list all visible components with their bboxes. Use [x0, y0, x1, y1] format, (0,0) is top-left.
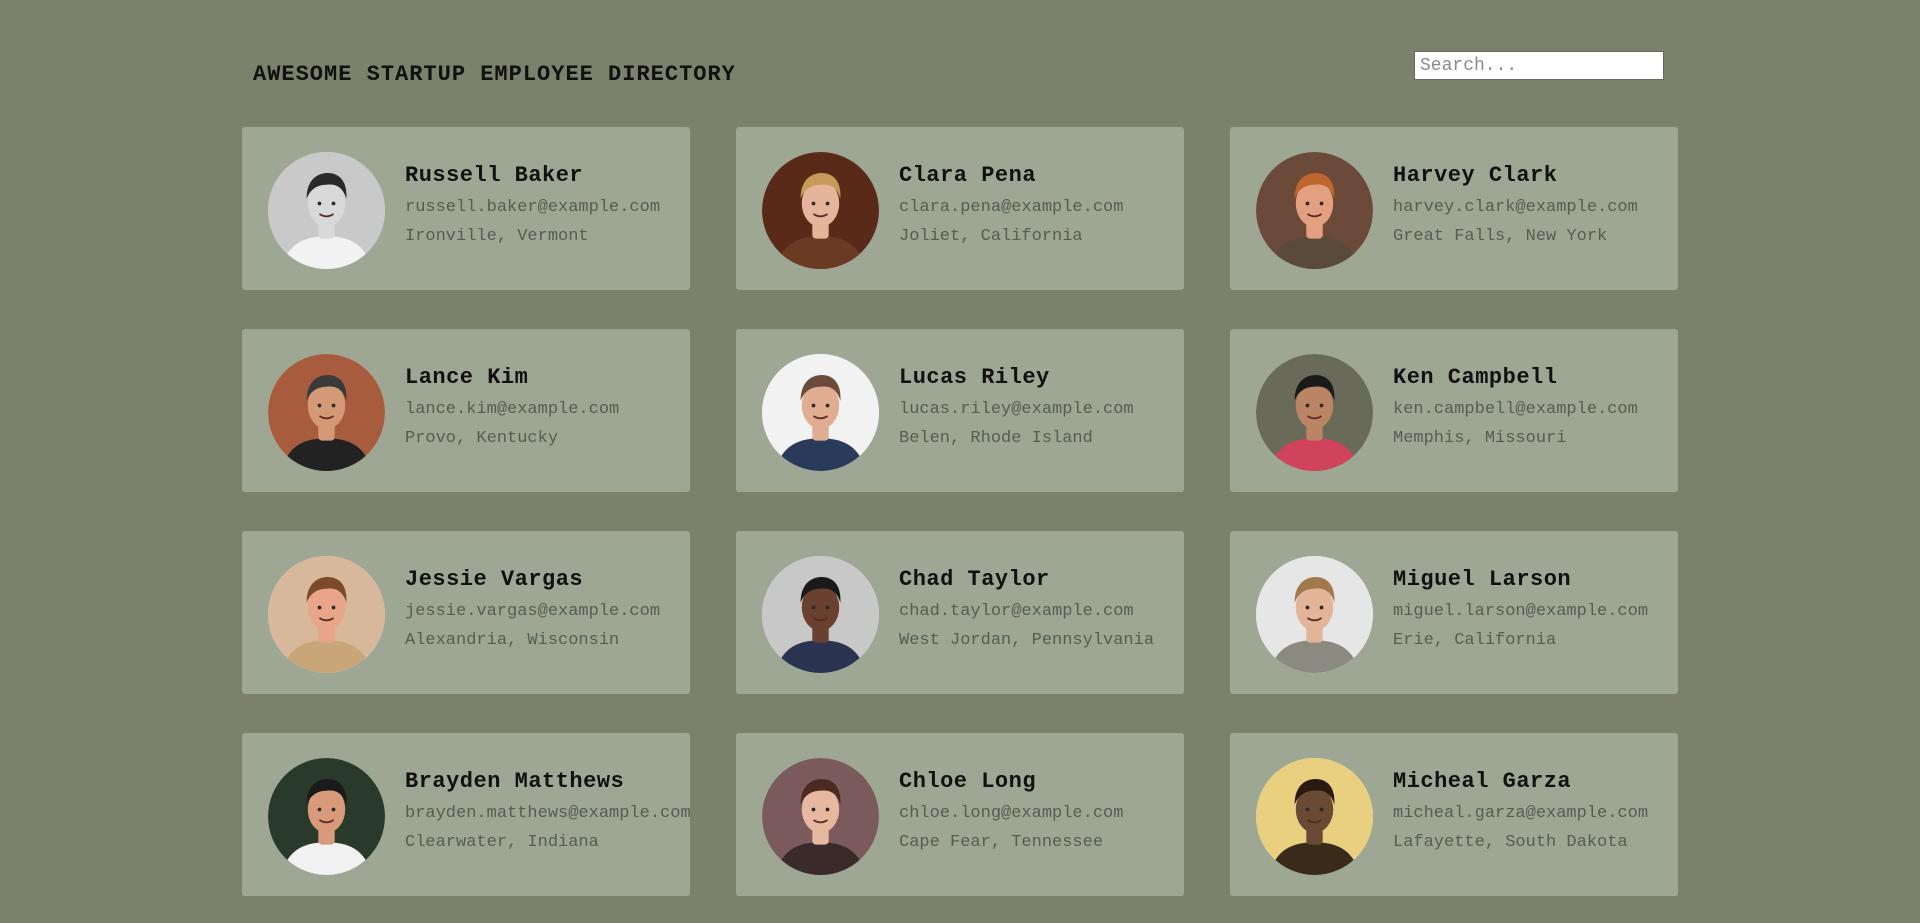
employee-card[interactable]: Jessie Vargas jessie.vargas@example.com …	[242, 531, 690, 694]
employee-info: Clara Pena clara.pena@example.com Joliet…	[899, 161, 1123, 251]
employee-card[interactable]: Clara Pena clara.pena@example.com Joliet…	[736, 127, 1184, 290]
avatar	[762, 152, 879, 269]
person-photo-icon	[268, 556, 385, 673]
employee-email: lance.kim@example.com	[405, 400, 620, 419]
employee-info: Brayden Matthews brayden.matthews@exampl…	[405, 767, 690, 857]
employee-card[interactable]: Chad Taylor chad.taylor@example.com West…	[736, 531, 1184, 694]
person-photo-icon	[1256, 152, 1373, 269]
avatar	[268, 152, 385, 269]
employee-location: Alexandria, Wisconsin	[405, 631, 620, 650]
employee-info: Chloe Long chloe.long@example.com Cape F…	[899, 767, 1123, 857]
avatar	[1256, 556, 1373, 673]
employee-grid: Russell Baker russell.baker@example.com …	[242, 127, 1678, 896]
employee-email: jessie.vargas@example.com	[405, 602, 661, 621]
avatar	[762, 758, 879, 875]
employee-location: Great Falls, New York	[1393, 227, 1608, 246]
employee-location: West Jordan, Pennsylvania	[899, 631, 1155, 650]
employee-email: chad.taylor@example.com	[899, 602, 1134, 621]
employee-card[interactable]: Lucas Riley lucas.riley@example.com Bele…	[736, 329, 1184, 492]
employee-info: Miguel Larson miguel.larson@example.com …	[1393, 565, 1648, 655]
avatar	[268, 758, 385, 875]
avatar	[1256, 354, 1373, 471]
avatar	[268, 354, 385, 471]
person-photo-icon	[268, 152, 385, 269]
employee-email: clara.pena@example.com	[899, 198, 1124, 217]
employee-location: Cape Fear, Tennessee	[899, 833, 1104, 852]
employee-info: Harvey Clark harvey.clark@example.com Gr…	[1393, 161, 1638, 251]
employee-card[interactable]: Harvey Clark harvey.clark@example.com Gr…	[1230, 127, 1678, 290]
employee-name: Brayden Matthews	[405, 769, 625, 794]
employee-name: Chad Taylor	[899, 567, 1050, 592]
person-photo-icon	[1256, 758, 1373, 875]
avatar	[762, 556, 879, 673]
employee-location: Provo, Kentucky	[405, 429, 559, 448]
person-photo-icon	[268, 354, 385, 471]
person-photo-icon	[268, 758, 385, 875]
employee-card[interactable]: Chloe Long chloe.long@example.com Cape F…	[736, 733, 1184, 896]
employee-location: Erie, California	[1393, 631, 1557, 650]
employee-location: Joliet, California	[899, 227, 1083, 246]
employee-info: Jessie Vargas jessie.vargas@example.com …	[405, 565, 660, 655]
employee-card[interactable]: Ken Campbell ken.campbell@example.com Me…	[1230, 329, 1678, 492]
avatar	[762, 354, 879, 471]
page-title: AWESOME STARTUP EMPLOYEE DIRECTORY	[253, 62, 736, 87]
avatar	[268, 556, 385, 673]
employee-name: Lance Kim	[405, 365, 529, 390]
employee-email: russell.baker@example.com	[405, 198, 661, 217]
person-photo-icon	[1256, 556, 1373, 673]
employee-info: Russell Baker russell.baker@example.com …	[405, 161, 660, 251]
employee-email: brayden.matthews@example.com	[405, 804, 690, 823]
employee-name: Ken Campbell	[1393, 365, 1558, 390]
employee-email: micheal.garza@example.com	[1393, 804, 1649, 823]
search-input[interactable]	[1414, 51, 1664, 80]
employee-info: Micheal Garza micheal.garza@example.com …	[1393, 767, 1648, 857]
person-photo-icon	[762, 758, 879, 875]
employee-info: Chad Taylor chad.taylor@example.com West…	[899, 565, 1154, 655]
employee-location: Memphis, Missouri	[1393, 429, 1567, 448]
employee-name: Miguel Larson	[1393, 567, 1572, 592]
employee-name: Jessie Vargas	[405, 567, 584, 592]
person-photo-icon	[762, 354, 879, 471]
employee-card[interactable]: Brayden Matthews brayden.matthews@exampl…	[242, 733, 690, 896]
employee-card[interactable]: Russell Baker russell.baker@example.com …	[242, 127, 690, 290]
person-photo-icon	[1256, 354, 1373, 471]
employee-name: Russell Baker	[405, 163, 584, 188]
avatar	[1256, 152, 1373, 269]
employee-location: Belen, Rhode Island	[899, 429, 1093, 448]
employee-email: ken.campbell@example.com	[1393, 400, 1638, 419]
employee-email: harvey.clark@example.com	[1393, 198, 1638, 217]
employee-info: Ken Campbell ken.campbell@example.com Me…	[1393, 363, 1638, 453]
employee-email: lucas.riley@example.com	[899, 400, 1134, 419]
employee-email: miguel.larson@example.com	[1393, 602, 1649, 621]
employee-name: Chloe Long	[899, 769, 1037, 794]
person-photo-icon	[762, 556, 879, 673]
employee-card[interactable]: Micheal Garza micheal.garza@example.com …	[1230, 733, 1678, 896]
employee-card[interactable]: Miguel Larson miguel.larson@example.com …	[1230, 531, 1678, 694]
avatar	[1256, 758, 1373, 875]
employee-name: Clara Pena	[899, 163, 1037, 188]
employee-card[interactable]: Lance Kim lance.kim@example.com Provo, K…	[242, 329, 690, 492]
employee-name: Lucas Riley	[899, 365, 1050, 390]
employee-name: Harvey Clark	[1393, 163, 1558, 188]
employee-location: Lafayette, South Dakota	[1393, 833, 1628, 852]
person-photo-icon	[762, 152, 879, 269]
employee-info: Lance Kim lance.kim@example.com Provo, K…	[405, 363, 619, 453]
employee-name: Micheal Garza	[1393, 769, 1572, 794]
employee-email: chloe.long@example.com	[899, 804, 1124, 823]
employee-location: Clearwater, Indiana	[405, 833, 599, 852]
directory-page: AWESOME STARTUP EMPLOYEE DIRECTORY Russe…	[0, 0, 1920, 923]
employee-location: Ironville, Vermont	[405, 227, 589, 246]
employee-info: Lucas Riley lucas.riley@example.com Bele…	[899, 363, 1134, 453]
